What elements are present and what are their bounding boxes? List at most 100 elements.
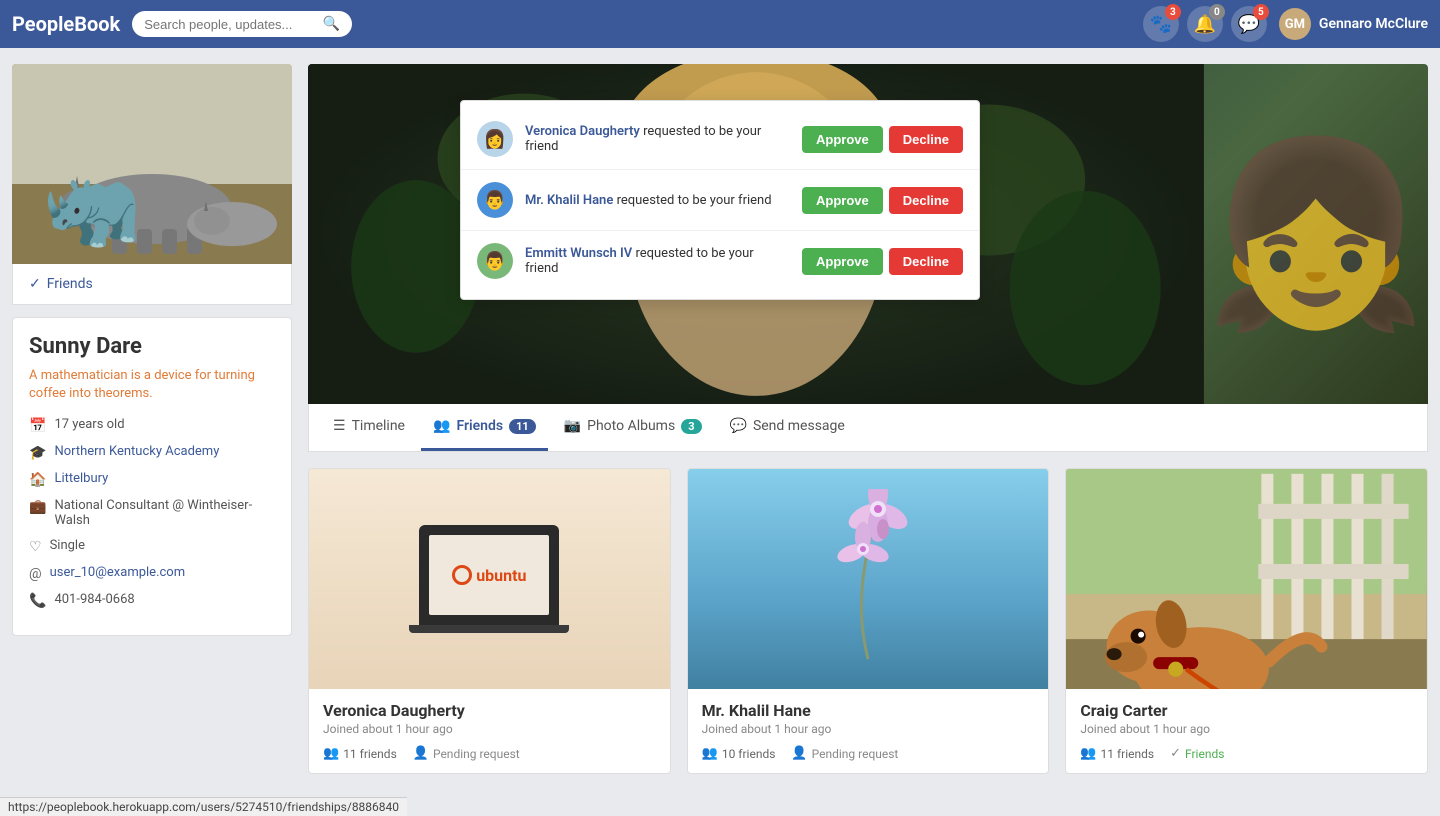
app-brand: PeopleBook <box>12 12 120 36</box>
profile-info-card: Sunny Dare A mathematician is a device f… <box>12 317 292 636</box>
search-bar[interactable]: 🔍 <box>132 11 352 37</box>
requester-name[interactable]: Emmitt Wunsch IV <box>525 246 632 261</box>
decline-button[interactable]: Decline <box>889 187 963 214</box>
friend-photo[interactable] <box>688 469 1049 689</box>
search-input[interactable] <box>144 17 319 32</box>
tab-timeline[interactable]: ☰ Timeline <box>321 404 417 451</box>
request-actions: Approve Decline <box>802 248 963 275</box>
approve-button[interactable]: Approve <box>802 248 883 275</box>
briefcase-icon: 💼 <box>29 499 46 515</box>
friend-card-body: Craig Carter Joined about 1 hour ago 👥 1… <box>1066 689 1427 773</box>
tab-send-message[interactable]: 💬 Send message <box>718 404 857 451</box>
photo-icon: 📷 <box>564 418 581 434</box>
people-icon: 👥 <box>323 746 339 761</box>
friends-link[interactable]: ✓ Friends <box>29 276 275 292</box>
friend-photo[interactable]: ubuntu <box>309 469 670 689</box>
pending-status-item: 👤 Pending request <box>413 746 520 761</box>
friend-card-body: Veronica Daugherty Joined about 1 hour a… <box>309 689 670 773</box>
requester-name[interactable]: Mr. Khalil Hane <box>525 193 613 208</box>
navbar-actions: 🐾 3 🔔 0 💬 5 GM Gennaro McClure <box>1143 6 1428 42</box>
status-url: https://peoplebook.herokuapp.com/users/5… <box>8 800 399 814</box>
tab-friends[interactable]: 👥 Friends 11 <box>421 404 548 451</box>
sidebar-cover-photo <box>12 64 292 264</box>
tab-timeline-label: Timeline <box>352 418 405 434</box>
friend-card: Mr. Khalil Hane Joined about 1 hour ago … <box>687 468 1050 774</box>
user-name: Gennaro McClure <box>1319 16 1428 32</box>
at-icon: @ <box>29 566 42 582</box>
sidebar: ✓ Friends Sunny Dare A mathematician is … <box>12 64 292 636</box>
friends-count-item: 👥 11 friends <box>323 746 397 761</box>
notifications-badge: 0 <box>1209 4 1225 20</box>
friend-requests-button[interactable]: 🐾 3 <box>1143 6 1179 42</box>
friends-count-item: 👥 10 friends <box>702 746 776 761</box>
add-friend-icon: 👤 <box>791 746 807 761</box>
location-link[interactable]: Littelbury <box>54 471 108 486</box>
school-icon: 🎓 <box>29 445 46 461</box>
friend-joined: Joined about 1 hour ago <box>323 722 656 736</box>
calendar-icon: 📅 <box>29 418 46 434</box>
avatar: GM <box>1279 8 1311 40</box>
pending-status-item: 👤 Pending request <box>791 746 898 761</box>
decline-button[interactable]: Decline <box>889 126 963 153</box>
pending-text: Pending request <box>812 747 899 761</box>
sidebar-friends-section: ✓ Friends <box>12 264 292 305</box>
approve-button[interactable]: Approve <box>802 126 883 153</box>
friends-count: 11 friends <box>343 747 397 761</box>
status-bar: https://peoplebook.herokuapp.com/users/5… <box>0 797 407 816</box>
requester-avatar: 👨 <box>477 243 513 279</box>
people-icon: 👥 <box>702 746 718 761</box>
school-info: 🎓 Northern Kentucky Academy <box>29 444 275 461</box>
tab-friends-label: Friends <box>456 418 503 434</box>
friends-grid: ubuntu Veronica Daugherty Joined about 1… <box>308 468 1428 774</box>
home-icon: 🏠 <box>29 472 46 488</box>
photo-count-badge: 3 <box>681 419 701 434</box>
friend-requests-badge: 3 <box>1165 4 1181 20</box>
friend-request-item: 👨 Emmitt Wunsch IV requested to be your … <box>461 231 979 291</box>
job-text: National Consultant @ Wintheiser-Walsh <box>54 498 275 528</box>
request-text: Mr. Khalil Hane requested to be your fri… <box>525 193 790 208</box>
checkmark-icon: ✓ <box>29 276 41 292</box>
request-actions: Approve Decline <box>802 187 963 214</box>
job-info: 💼 National Consultant @ Wintheiser-Walsh <box>29 498 275 528</box>
friend-name[interactable]: Veronica Daugherty <box>323 701 656 720</box>
friends-count: 11 friends <box>1101 747 1155 761</box>
email-info: @ user_10@example.com <box>29 565 275 582</box>
people-icon: 👥 <box>1080 746 1096 761</box>
notification-dropdown: 👩 Veronica Daugherty requested to be you… <box>460 100 980 300</box>
requester-name[interactable]: Veronica Daugherty <box>525 124 640 139</box>
decline-button[interactable]: Decline <box>889 248 963 275</box>
friend-card: ubuntu Veronica Daugherty Joined about 1… <box>308 468 671 774</box>
tab-message-label: Send message <box>753 418 845 434</box>
friends-status-item: ✓ Friends <box>1170 746 1224 761</box>
messages-button[interactable]: 💬 5 <box>1231 6 1267 42</box>
location-info: 🏠 Littelbury <box>29 471 275 488</box>
relationship-info: ♡ Single <box>29 538 275 555</box>
friend-meta: 👥 11 friends ✓ Friends <box>1080 746 1413 761</box>
friend-name[interactable]: Mr. Khalil Hane <box>702 701 1035 720</box>
friend-name[interactable]: Craig Carter <box>1080 701 1413 720</box>
email-link[interactable]: user_10@example.com <box>50 565 186 580</box>
request-text: Veronica Daugherty requested to be your … <box>525 124 790 154</box>
tab-photo-label: Photo Albums <box>587 418 675 434</box>
timeline-icon: ☰ <box>333 418 346 434</box>
approve-button[interactable]: Approve <box>802 187 883 214</box>
search-icon: 🔍 <box>323 16 340 32</box>
notifications-button[interactable]: 🔔 0 <box>1187 6 1223 42</box>
phone-text: 401-984-0668 <box>54 592 134 607</box>
checkmark-icon: ✓ <box>1170 746 1181 761</box>
school-link[interactable]: Northern Kentucky Academy <box>54 444 219 459</box>
friends-count-badge: 11 <box>509 419 536 434</box>
request-text: Emmitt Wunsch IV requested to be your fr… <box>525 246 790 276</box>
friend-joined: Joined about 1 hour ago <box>1080 722 1413 736</box>
friends-count: 10 friends <box>722 747 776 761</box>
tab-photo-albums[interactable]: 📷 Photo Albums 3 <box>552 404 714 451</box>
message-tab-icon: 💬 <box>730 418 747 434</box>
friend-photo[interactable] <box>1066 469 1427 689</box>
requester-avatar: 👨 <box>477 182 513 218</box>
relationship-text: Single <box>50 538 85 553</box>
requester-avatar: 👩 <box>477 121 513 157</box>
current-user[interactable]: GM Gennaro McClure <box>1279 8 1428 40</box>
add-friend-icon: 👤 <box>413 746 429 761</box>
heart-icon: ♡ <box>29 539 42 555</box>
friend-request-item: 👩 Veronica Daugherty requested to be you… <box>461 109 979 170</box>
